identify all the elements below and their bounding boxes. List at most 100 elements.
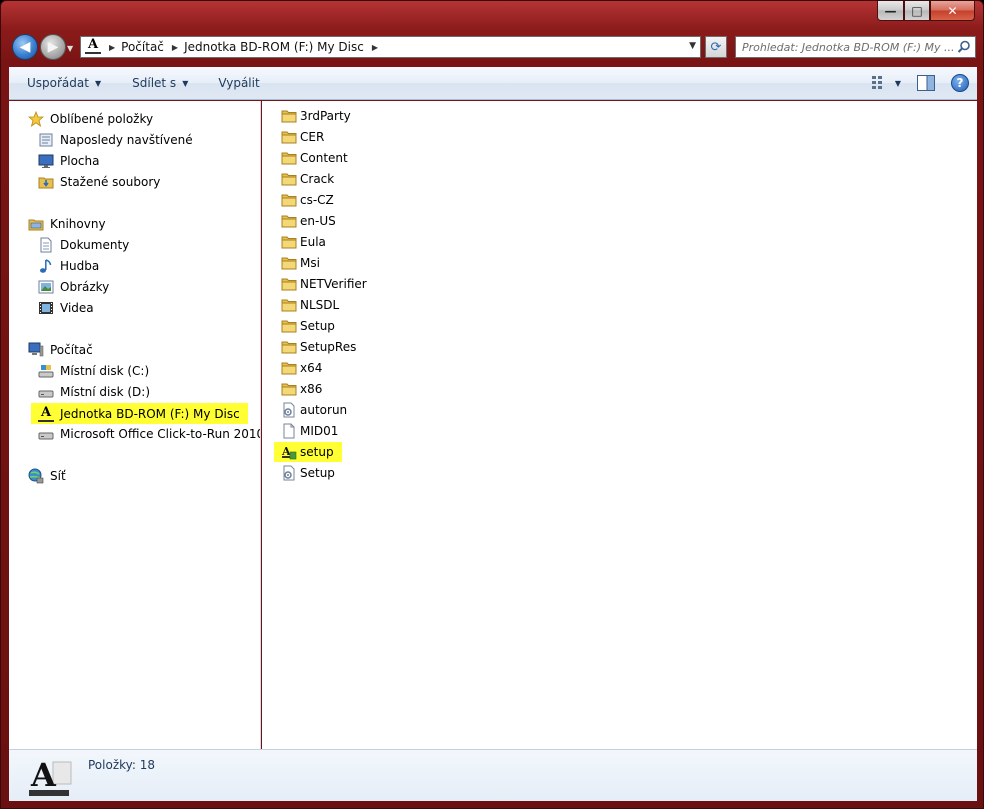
file-name: NETVerifier [300, 277, 367, 291]
file-item[interactable]: Setup [281, 463, 335, 483]
sidebar-item-music[interactable]: Hudba [38, 256, 99, 276]
sidebar-computer[interactable]: Počítač [28, 340, 93, 360]
toolbar-right: ▼ ? [869, 72, 969, 94]
recent-pages-dropdown[interactable]: ▼ [67, 44, 73, 53]
folder-item[interactable]: Msi [281, 253, 320, 273]
sidebar-item-label: Počítač [50, 343, 93, 357]
sidebar-item-label: Naposledy navštívené [60, 133, 193, 147]
file-name: en-US [300, 214, 336, 228]
navigation-pane: Oblíbené položky Naposledy navštívené Pl… [9, 101, 261, 749]
search-icon[interactable] [957, 40, 971, 54]
breadcrumb-arrow-icon[interactable]: ▶ [372, 43, 378, 52]
sidebar-item-label: Knihovny [50, 217, 106, 231]
sidebar-libraries[interactable]: Knihovny [28, 214, 106, 234]
folder-icon [281, 299, 297, 312]
sidebar-item-label: Síť [50, 469, 66, 483]
file-icon [283, 423, 295, 439]
settings-file-icon [283, 465, 295, 481]
sidebar-item-bd-rom-drive[interactable]: A Jednotka BD-ROM (F:) My Disc [31, 403, 248, 424]
organize-label: Uspořádat [27, 76, 89, 90]
forward-button[interactable]: ▶ [40, 34, 66, 60]
close-button[interactable]: ✕ [930, 1, 975, 21]
file-name: autorun [300, 403, 348, 417]
file-name: Msi [300, 256, 320, 270]
sidebar-item-office-click-to-run[interactable]: Microsoft Office Click-to-Run 2010 (Pr [38, 424, 260, 444]
sidebar-item-label: Místní disk (D:) [60, 385, 151, 399]
folder-item[interactable]: Content [281, 148, 348, 168]
back-button[interactable]: ◀ [12, 34, 38, 60]
file-name: 3rdParty [300, 109, 351, 123]
system-drive-icon [38, 365, 54, 378]
burn-button[interactable]: Vypálit [209, 71, 268, 95]
search-input[interactable] [742, 40, 953, 54]
star-icon [28, 111, 44, 127]
file-item[interactable]: Asetup [274, 442, 342, 462]
organize-button[interactable]: Uspořádat ▼ [18, 71, 110, 95]
share-with-button[interactable]: Sdílet s ▼ [123, 71, 197, 95]
sidebar-item-local-disk-c[interactable]: Místní disk (C:) [38, 361, 149, 381]
sidebar-item-local-disk-d[interactable]: Místní disk (D:) [38, 382, 150, 402]
folder-icon [281, 362, 297, 375]
sidebar-item-label: Oblíbené položky [50, 112, 154, 126]
breadcrumb-arrow-icon[interactable]: ▶ [109, 43, 115, 52]
folder-item[interactable]: SetupRes [281, 337, 356, 357]
address-bar[interactable]: A ▶ Počítač ▶ Jednotka BD-ROM (F:) My Di… [80, 36, 701, 58]
refresh-icon: ⟳ [710, 39, 722, 55]
file-name: SetupRes [300, 340, 357, 354]
help-button[interactable]: ? [951, 74, 969, 92]
address-dropdown-icon[interactable]: ▼ [689, 41, 696, 51]
sidebar-item-documents[interactable]: Dokumenty [38, 235, 129, 255]
folder-item[interactable]: CER [281, 127, 324, 147]
documents-icon [40, 237, 52, 253]
minimize-button[interactable]: — [877, 1, 904, 21]
folder-item[interactable]: x86 [281, 379, 322, 399]
folder-item[interactable]: 3rdParty [281, 106, 351, 126]
sidebar-item-label: Jednotka BD-ROM (F:) My Disc [60, 406, 240, 421]
folder-item[interactable]: Setup [281, 316, 335, 336]
folder-item[interactable]: Eula [281, 232, 326, 252]
folder-icon [281, 341, 297, 354]
breadcrumb-arrow-icon[interactable]: ▶ [172, 43, 178, 52]
network-icon [28, 468, 44, 484]
sidebar-item-label: Dokumenty [60, 238, 130, 252]
folder-item[interactable]: en-US [281, 211, 336, 231]
folder-item[interactable]: cs-CZ [281, 190, 334, 210]
preview-pane-button[interactable] [915, 72, 937, 94]
view-options-dropdown[interactable]: ▼ [895, 79, 901, 88]
file-name: x86 [300, 382, 323, 396]
file-name: Crack [300, 172, 335, 186]
refresh-button[interactable]: ⟳ [705, 36, 727, 58]
sidebar-item-videos[interactable]: Videa [38, 298, 94, 318]
maximize-button[interactable]: □ [904, 1, 930, 21]
burn-label: Vypálit [218, 76, 260, 90]
folder-item[interactable]: Crack [281, 169, 334, 189]
sidebar-item-recent-places[interactable]: Naposledy navštívené [38, 130, 193, 150]
change-view-button[interactable] [869, 72, 891, 94]
sidebar-favorites[interactable]: Oblíbené položky [28, 109, 153, 129]
preview-pane-icon [917, 75, 935, 91]
folder-item[interactable]: NETVerifier [281, 274, 367, 294]
folder-icon [281, 236, 297, 249]
folder-icon [281, 131, 297, 144]
sidebar-item-pictures[interactable]: Obrázky [38, 277, 109, 297]
recent-places-icon [39, 133, 53, 147]
search-box[interactable] [735, 36, 976, 58]
sidebar-item-label: Stažené soubory [60, 175, 161, 189]
breadcrumb-drive[interactable]: Jednotka BD-ROM (F:) My Disc [184, 40, 364, 54]
sidebar-item-label: Plocha [60, 154, 100, 168]
file-item[interactable]: autorun [281, 400, 347, 420]
file-item[interactable]: MID01 [281, 421, 338, 441]
file-name: Setup [300, 319, 335, 333]
folder-item[interactable]: x64 [281, 358, 322, 378]
sidebar-item-downloads[interactable]: Stažené soubory [38, 172, 160, 192]
libraries-icon [28, 219, 44, 231]
items-count: Položky: 18 [88, 758, 156, 772]
sidebar-item-desktop[interactable]: Plocha [38, 151, 99, 171]
breadcrumb-computer[interactable]: Počítač [121, 40, 164, 54]
folder-icon [281, 257, 297, 270]
command-toolbar: Uspořádat ▼ Sdílet s ▼ Vypálit ▼ ? [9, 67, 977, 100]
sidebar-item-label: Hudba [60, 259, 100, 273]
sidebar-network[interactable]: Síť [28, 466, 66, 486]
status-bar: A Položky: 18 [9, 749, 977, 801]
folder-item[interactable]: NLSDL [281, 295, 339, 315]
